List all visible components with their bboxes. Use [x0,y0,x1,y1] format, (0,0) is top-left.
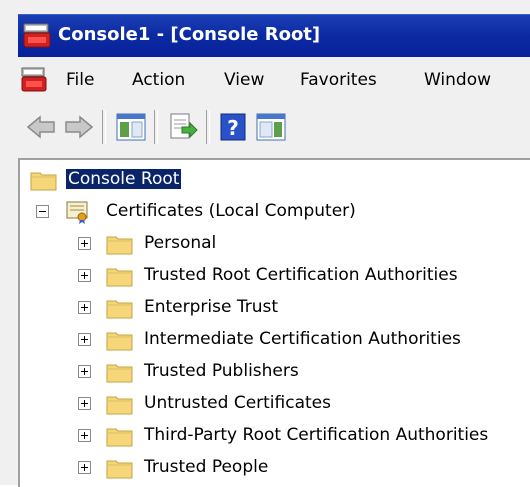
certificate-snapin-icon [66,201,88,224]
back-arrow-icon[interactable] [24,110,58,144]
tree-node-store[interactable]: Trusted Root Certification Authorities [20,262,530,292]
tree-label-store: Personal [144,233,217,253]
tree-label-store: Trusted People [144,457,269,477]
tree-node-store[interactable]: Personal [20,230,530,260]
tree-node-console-root[interactable]: Console Root [20,166,530,196]
tree-label-store: Third-Party Root Certification Authoriti… [144,425,489,445]
tree-label-store: Enterprise Trust [144,297,279,317]
console-tree: Console Root Certificates (Local Compute… [18,158,530,487]
folder-icon [30,172,57,191]
menu-action[interactable]: Action [132,70,185,90]
tree-node-store[interactable]: Third-Party Root Certification Authoriti… [20,422,530,452]
tree-label-store: Trusted Root Certification Authorities [144,265,458,285]
expand-toggle[interactable] [78,237,91,250]
menu-window[interactable]: Window [424,70,491,90]
expand-toggle[interactable] [78,429,91,442]
menu-file[interactable]: File [66,70,94,90]
mmc-system-menu-icon[interactable] [20,66,48,94]
help-icon[interactable]: ? [216,110,250,144]
folder-icon [106,396,133,415]
title-bar[interactable]: Console1 - [Console Root] [18,14,530,57]
expand-toggle[interactable] [78,333,91,346]
expand-toggle[interactable] [78,365,91,378]
tree-label-certificates: Certificates (Local Computer) [106,201,356,221]
forward-arrow-icon[interactable] [62,110,96,144]
mmc-app-icon [23,23,51,48]
tree-node-store[interactable]: Trusted People [20,454,530,484]
folder-icon [106,460,133,479]
expand-toggle[interactable] [78,269,91,282]
folder-icon [106,236,133,255]
tree-label-console-root: Console Root [66,169,182,189]
tree-label-store: Untrusted Certificates [144,393,331,413]
toolbar-separator [206,110,210,144]
collapse-toggle[interactable] [36,205,49,218]
folder-icon [106,268,133,287]
expand-toggle[interactable] [78,461,91,474]
menu-view[interactable]: View [224,70,264,90]
mmc-window: Console1 - [Console Root] File Action Vi… [0,0,530,487]
tree-node-store[interactable]: Intermediate Certification Authorities [20,326,530,356]
tree-label-store: Trusted Publishers [144,361,299,381]
folder-icon [106,428,133,447]
folder-icon [106,332,133,351]
menu-favorites[interactable]: Favorites [300,70,377,90]
window-title: Console1 - [Console Root] [58,24,321,45]
toolbar: ? [18,104,530,152]
toolbar-separator [102,110,106,144]
tree-node-store[interactable]: Untrusted Certificates [20,390,530,420]
menu-bar: File Action View Favorites Window [18,60,530,100]
tree-node-store[interactable]: Enterprise Trust [20,294,530,324]
svg-text:?: ? [227,116,239,140]
toolbar-separator [154,110,158,144]
tree-node-certificates[interactable]: Certificates (Local Computer) [20,198,530,228]
tree-node-store[interactable]: Trusted Publishers [20,358,530,388]
expand-toggle[interactable] [78,397,91,410]
tree-label-store: Intermediate Certification Authorities [144,329,461,349]
show-hide-console-tree-icon[interactable] [114,110,148,144]
show-hide-action-pane-icon[interactable] [254,110,288,144]
folder-icon [106,364,133,383]
folder-icon [106,300,133,319]
expand-toggle[interactable] [78,301,91,314]
export-list-icon[interactable] [166,110,200,144]
